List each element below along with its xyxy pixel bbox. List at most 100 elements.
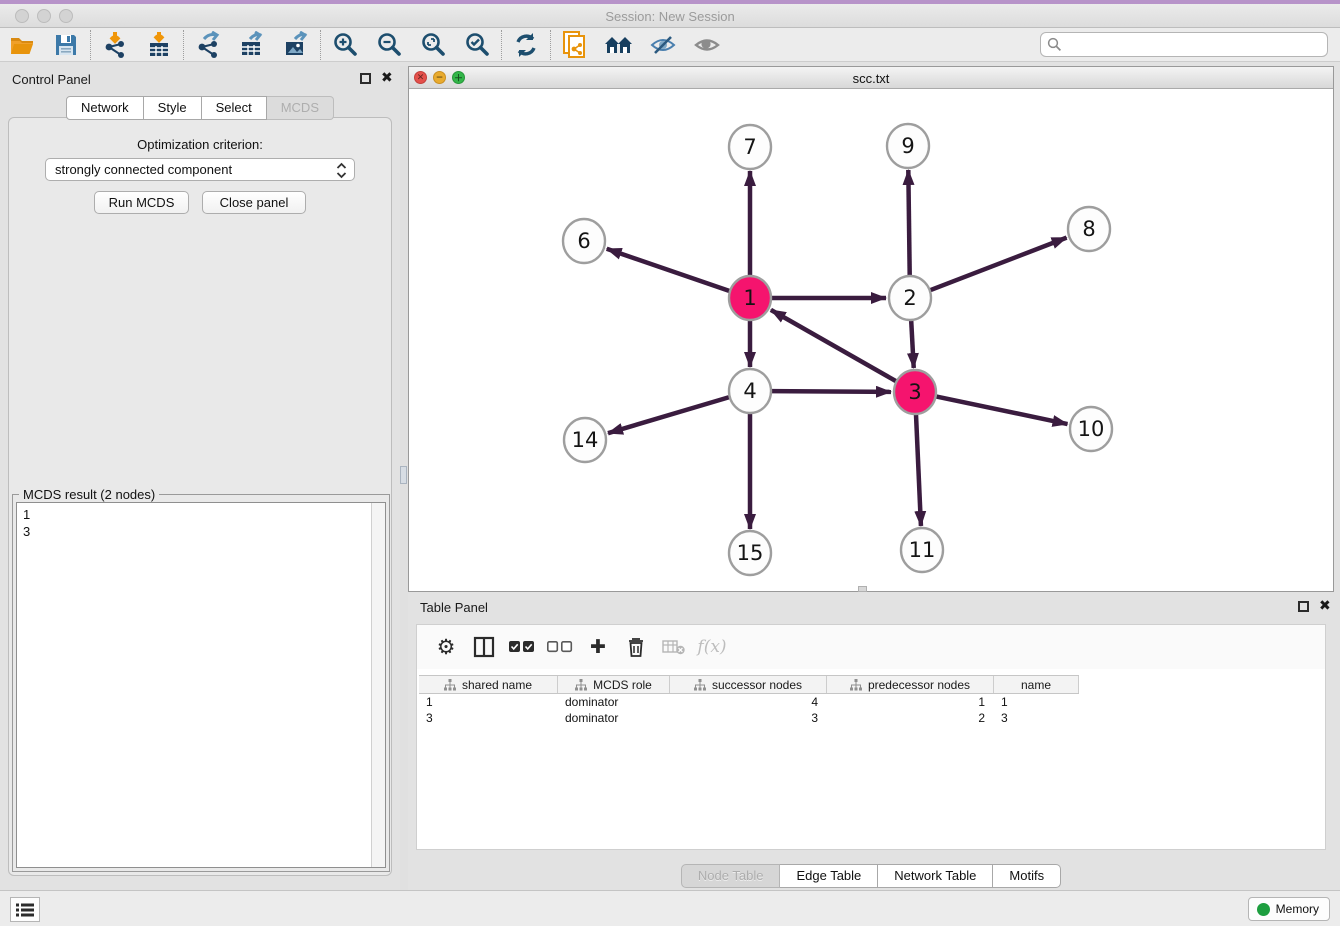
new-network-from-selection-icon[interactable] xyxy=(553,30,597,60)
edge-3-11[interactable] xyxy=(916,414,921,526)
run-mcds-button[interactable]: Run MCDS xyxy=(94,191,189,214)
search-input[interactable] xyxy=(1066,37,1327,52)
table-cell[interactable]: 1 xyxy=(827,695,994,711)
toolbar-separator xyxy=(90,30,91,60)
control-panel-window-controls: ✖ xyxy=(360,73,393,84)
task-history-button[interactable] xyxy=(10,897,40,922)
memory-button[interactable]: Memory xyxy=(1248,897,1330,921)
toolbar-separator xyxy=(320,30,321,60)
zoom-in-icon[interactable] xyxy=(323,30,367,60)
save-session-icon[interactable] xyxy=(44,30,88,60)
show-all-icon[interactable] xyxy=(685,30,729,60)
table-cell[interactable]: 4 xyxy=(670,695,827,711)
app-titlebar: Session: New Session xyxy=(0,4,1340,28)
tab-motifs[interactable]: Motifs xyxy=(993,864,1061,888)
edge-1-6[interactable] xyxy=(607,249,729,291)
table-cell[interactable]: 3 xyxy=(994,711,1079,727)
result-line: 1 xyxy=(23,506,379,523)
control-panel-title: Control Panel xyxy=(12,72,91,87)
toolbar-separator xyxy=(501,30,502,60)
table-row[interactable]: 1dominator411 xyxy=(419,695,1323,711)
edge-2-9[interactable] xyxy=(908,170,909,276)
edge-3-10[interactable] xyxy=(937,397,1068,425)
column-header-predecessor-nodes[interactable]: predecessor nodes xyxy=(827,676,994,693)
list-icon xyxy=(16,903,34,917)
float-table-panel-icon[interactable] xyxy=(1298,601,1309,612)
criterion-dropdown-value: strongly connected component xyxy=(55,162,232,177)
table-row[interactable]: 3dominator323 xyxy=(419,711,1323,727)
add-column-icon[interactable]: ✚ xyxy=(579,632,617,662)
import-network-icon[interactable] xyxy=(93,30,137,60)
tab-network[interactable]: Network xyxy=(66,96,144,120)
column-header-label: successor nodes xyxy=(712,678,802,692)
fit-content-icon[interactable] xyxy=(411,30,455,60)
column-header-name[interactable]: name xyxy=(994,676,1079,693)
select-all-icon[interactable] xyxy=(503,632,541,662)
dropdown-stepper-icon xyxy=(335,161,348,183)
tab-edge-table[interactable]: Edge Table xyxy=(780,864,878,888)
column-header-MCDS-role[interactable]: MCDS role xyxy=(558,676,670,693)
table-cell[interactable]: 2 xyxy=(827,711,994,727)
network-canvas[interactable]: 7968124314101511 xyxy=(409,89,1333,591)
table-panel-tabs: Node TableEdge TableNetwork TableMotifs xyxy=(408,864,1334,888)
edge-3-1[interactable] xyxy=(771,310,896,381)
export-network-icon[interactable] xyxy=(186,30,230,60)
network-title: scc.txt xyxy=(409,71,1333,86)
hide-selected-icon[interactable] xyxy=(641,30,685,60)
network-titlebar[interactable]: ✕ − ＋ scc.txt xyxy=(409,67,1333,89)
delete-column-icon[interactable] xyxy=(617,632,655,662)
open-file-icon[interactable] xyxy=(0,30,44,60)
table-panel-title: Table Panel xyxy=(420,600,488,615)
close-table-panel-icon[interactable]: ✖ xyxy=(1319,601,1331,612)
edge-2-3[interactable] xyxy=(911,320,914,368)
float-panel-icon[interactable] xyxy=(360,73,371,84)
mcds-result-textarea[interactable]: 13 xyxy=(16,502,386,868)
apply-layout-icon[interactable] xyxy=(504,30,548,60)
gear-icon[interactable]: ⚙ xyxy=(427,632,465,662)
attribute-tree-icon xyxy=(444,679,456,691)
zoom-out-icon[interactable] xyxy=(367,30,411,60)
main-toolbar xyxy=(0,28,1340,62)
node-label-7: 7 xyxy=(743,135,756,159)
node-label-9: 9 xyxy=(901,134,914,158)
table-cell[interactable]: 1 xyxy=(994,695,1079,711)
edge-2-8[interactable] xyxy=(931,238,1067,290)
tab-network-table[interactable]: Network Table xyxy=(878,864,993,888)
column-header-shared-name[interactable]: shared name xyxy=(419,676,558,693)
edge-4-3[interactable] xyxy=(772,391,891,392)
criterion-dropdown[interactable]: strongly connected component xyxy=(45,158,355,181)
import-table-icon[interactable] xyxy=(137,30,181,60)
search-box[interactable] xyxy=(1040,32,1328,57)
export-table-icon[interactable] xyxy=(230,30,274,60)
node-label-11: 11 xyxy=(909,538,936,562)
horizontal-splitter-handle[interactable] xyxy=(858,586,867,592)
node-label-8: 8 xyxy=(1082,217,1095,241)
tab-style[interactable]: Style xyxy=(144,96,202,120)
tab-mcds[interactable]: MCDS xyxy=(267,96,334,120)
tab-node-table[interactable]: Node Table xyxy=(681,864,781,888)
table-cell[interactable]: 3 xyxy=(419,711,558,727)
export-image-icon[interactable] xyxy=(274,30,318,60)
table-cell[interactable]: dominator xyxy=(558,695,670,711)
tab-select[interactable]: Select xyxy=(202,96,267,120)
deselect-all-icon[interactable] xyxy=(541,632,579,662)
close-panel-button[interactable]: Close panel xyxy=(202,191,306,214)
first-neighbors-icon[interactable] xyxy=(597,30,641,60)
result-scrollbar[interactable] xyxy=(371,503,385,867)
node-label-14: 14 xyxy=(572,428,599,452)
attribute-tree-icon xyxy=(575,679,587,691)
column-header-successor-nodes[interactable]: successor nodes xyxy=(670,676,827,693)
splitter-handle[interactable] xyxy=(400,466,407,484)
attribute-tree-icon xyxy=(694,679,706,691)
table-cell[interactable]: 3 xyxy=(670,711,827,727)
edge-4-14[interactable] xyxy=(608,397,729,433)
column-selector-icon[interactable] xyxy=(465,632,503,662)
column-header-label: MCDS role xyxy=(593,678,652,692)
app-title: Session: New Session xyxy=(0,9,1340,24)
toolbar-separator xyxy=(183,30,184,60)
table-cell[interactable]: 1 xyxy=(419,695,558,711)
table-cell[interactable]: dominator xyxy=(558,711,670,727)
close-panel-icon[interactable]: ✖ xyxy=(381,73,393,84)
zoom-selected-icon[interactable] xyxy=(455,30,499,60)
mcds-result-lines: 13 xyxy=(17,503,385,543)
